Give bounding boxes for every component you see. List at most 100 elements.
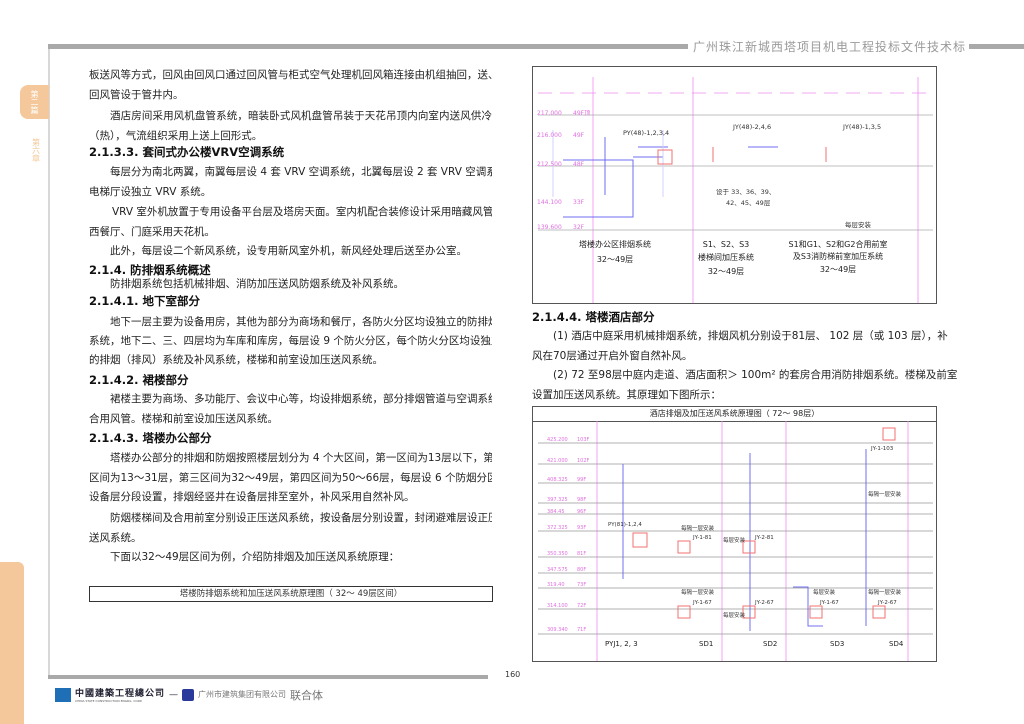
- heading-2-1-4-2: 2.1.4.2. 裙楼部分: [89, 373, 189, 387]
- svg-text:72F: 72F: [577, 603, 586, 609]
- svg-text:80F: 80F: [577, 567, 586, 573]
- svg-text:每层安装: 每层安装: [723, 536, 746, 544]
- svg-text:103F: 103F: [577, 437, 590, 443]
- column-subtitle: 32～49层: [708, 267, 744, 276]
- elevation-label: 139.600: [537, 224, 562, 231]
- column-subtitle: 32～49层: [820, 265, 856, 274]
- paragraph-line: (2) 72 至98层中庭内走道、酒店面积＞ 100m² 的套房合用消防排烟系统…: [553, 369, 958, 381]
- company1-name: 中國建築工程總公司: [75, 689, 166, 699]
- footer-bar: [48, 675, 488, 679]
- floor-label: 33F: [573, 199, 585, 206]
- paragraph-line: 回风管设于管井内。: [89, 89, 184, 101]
- svg-text:93F: 93F: [577, 525, 586, 531]
- svg-text:JY-1-67: JY-1-67: [692, 600, 712, 606]
- note-label: 42、45、49层: [726, 199, 771, 207]
- fan-labels: PY(81)-1,2,4 JY-1-103 JY-1-81 JY-2-81 JY…: [608, 446, 902, 619]
- diagram-drawing: 217.000 49F顶 216.000 49F 212.500 48F 144…: [537, 77, 933, 303]
- svg-text:408.325: 408.325: [547, 477, 568, 483]
- paragraph-line: 设置加压送风系统。其原理如下图所示：: [532, 389, 721, 401]
- floor-label: 49F顶: [573, 110, 590, 117]
- company2-name: 广州市建筑集团有限公司: [198, 690, 287, 699]
- floor-label: 48F: [573, 161, 585, 168]
- paragraph-line: 系统，地下二、三、四层均为车库和库房，每层设 9 个防火分区，每个防火分区均设独…: [89, 335, 492, 347]
- column-title: 塔楼办公区排烟系统: [579, 239, 651, 249]
- paragraph-line: VRV 室外机放置于专用设备平台层及塔房天面。室内机配合装修设计采用暗藏风管型，: [112, 206, 492, 218]
- svg-text:384.45: 384.45: [547, 509, 565, 515]
- elevation-label: 212.500: [537, 161, 562, 168]
- svg-text:PY(81)-1,2,4: PY(81)-1,2,4: [608, 522, 642, 528]
- svg-text:每隔一层安装: 每隔一层安装: [868, 490, 902, 498]
- elevation-label: 144.100: [537, 199, 562, 206]
- footer-logos: 中國建築工程總公司 CHINA STATE CONSTRUCTION ENGRG…: [55, 686, 323, 703]
- floor-label: 32F: [573, 224, 585, 231]
- svg-text:每隔一层安装: 每隔一层安装: [868, 588, 902, 596]
- svg-text:每隔一层安装: 每隔一层安装: [681, 524, 715, 532]
- office-smoke-system-diagram: 217.000 49F顶 216.000 49F 212.500 48F 144…: [532, 66, 937, 304]
- gz-construction-logo-icon: [182, 688, 195, 701]
- fan-label: JY(48)-2,4,6: [732, 123, 771, 131]
- svg-text:314.100: 314.100: [547, 603, 568, 609]
- paragraph-line: 西餐厅、门庭采用天花机。: [89, 226, 215, 238]
- column-labels: PYJ1, 2, 3 SD1 SD2 SD3 SD4: [605, 640, 904, 648]
- svg-text:421.000: 421.000: [547, 458, 568, 464]
- svg-text:81F: 81F: [577, 551, 586, 557]
- paragraph-line: 风在70层通过开启外窗自然补风。: [532, 350, 693, 362]
- dash: —: [169, 689, 179, 700]
- svg-text:98F: 98F: [577, 497, 586, 503]
- paragraph-line: 地下一层主要为设备用房，其他为部分为商场和餐厅，各防火分区均设独立的防排烟: [110, 316, 492, 328]
- svg-text:每层安装: 每层安装: [813, 588, 836, 596]
- page-number: 160: [505, 670, 521, 679]
- column-title: 楼梯间加压系统: [698, 252, 754, 262]
- paragraph-line: (1) 酒店中庭采用机械排烟系统，排烟风机分别设于81层、 102 层（或 10…: [553, 330, 948, 342]
- heading-2-1-4: 2.1.4. 防排烟系统概述: [89, 263, 211, 277]
- paragraph-line: 设备层分段设置，排烟经竖井在设备层排至室外，补风采用自然补风。: [89, 491, 415, 503]
- svg-text:96F: 96F: [577, 509, 586, 515]
- paragraph-line: 合用风管。楼梯和前室设加压送风系统。: [89, 413, 278, 425]
- svg-text:73F: 73F: [577, 582, 586, 588]
- svg-text:JY-2-67: JY-2-67: [754, 600, 774, 606]
- column-title: S1、S2、S3: [703, 240, 750, 249]
- svg-text:347.575: 347.575: [547, 567, 568, 573]
- heading-2-1-3-3: 2.1.3.3. 套间式办公楼VRV空调系统: [89, 145, 285, 159]
- header-title: 广州珠江新城西塔项目机电工程投标文件技术标: [690, 38, 970, 55]
- fan-label: PY(48)-1,2,3,4: [623, 129, 669, 137]
- paragraph-line: 下面以32～49层区间为例，介绍防排烟及加压送风系统原理：: [110, 551, 400, 563]
- paragraph-line: 防排烟系统包括机械排烟、消防加压送风防烟系统及补风系统。: [110, 278, 404, 290]
- svg-text:JY-1-67: JY-1-67: [819, 600, 839, 606]
- diagram-drawing: 425.200 103F 421.000 102F 408.325 99F 397.3…: [538, 421, 933, 661]
- svg-text:350.350: 350.350: [547, 551, 568, 557]
- company1-english: CHINA STATE CONSTRUCTION ENGRG. CORP.: [75, 699, 143, 703]
- svg-text:102F: 102F: [577, 458, 590, 464]
- svg-text:71F: 71F: [577, 627, 586, 633]
- decorative-side-block: [0, 562, 24, 724]
- svg-text:425.200: 425.200: [547, 437, 568, 443]
- elevation-label: 217.000: [537, 110, 562, 117]
- paragraph-line: 区间为13～31层，第三区间为32～49层，第四区间为50～66层，每层设 6 …: [89, 472, 492, 484]
- svg-text:309.340: 309.340: [547, 627, 568, 633]
- svg-text:SD4: SD4: [889, 640, 904, 648]
- paragraph-line: 的排烟（排风）系统及补风系统，楼梯和前室设加压送风系统。: [89, 354, 383, 366]
- heading-2-1-4-3: 2.1.4.3. 塔楼办公部分: [89, 431, 212, 445]
- paragraph-line: 此外，每层设二个新风系统，设专用新风室外机，新风经处理后送至办公室。: [110, 245, 467, 257]
- column-title: 及S3消防梯前室加压系统: [793, 251, 883, 261]
- paragraph-line: 板送风等方式，回风由回风口通过回风管与柜式空气处理机回风箱连接由机组抽回，送、: [89, 69, 492, 81]
- column-title: S1和G1、S2和G2合用前室: [789, 239, 888, 249]
- paragraph-line: 送风系统。: [89, 532, 142, 544]
- svg-text:SD1: SD1: [699, 640, 713, 648]
- svg-text:PYJ1, 2, 3: PYJ1, 2, 3: [605, 640, 638, 648]
- floor-label: 49F: [573, 132, 585, 139]
- svg-text:每隔一层安装: 每隔一层安装: [681, 588, 715, 596]
- svg-text:372.325: 372.325: [547, 525, 568, 531]
- elevation-labels: 425.200 103F 421.000 102F 408.325 99F 397.3…: [547, 437, 590, 633]
- diagram-title: 酒店排烟及加压送风系统原理图（ 72～ 98层）: [533, 407, 936, 422]
- header-bar: [48, 44, 688, 49]
- svg-text:397.325: 397.325: [547, 497, 568, 503]
- side-tab-part[interactable]: 第二篇: [20, 85, 49, 119]
- column-subtitle: 32～49层: [597, 255, 633, 264]
- joint-venture-label: 联合体: [290, 688, 324, 702]
- elevation-label: 216.000: [537, 132, 562, 139]
- figure-caption: 塔楼防排烟系统和加压送风系统原理图（ 32～ 49层区间）: [89, 586, 493, 602]
- side-tab-chapter[interactable]: 第六章: [24, 130, 48, 170]
- svg-text:JY-1-103: JY-1-103: [870, 446, 894, 452]
- paragraph-line: 防烟楼梯间及合用前室分别设正压送风系统，按设备层分别设置，封闭避难层设正压: [110, 512, 492, 524]
